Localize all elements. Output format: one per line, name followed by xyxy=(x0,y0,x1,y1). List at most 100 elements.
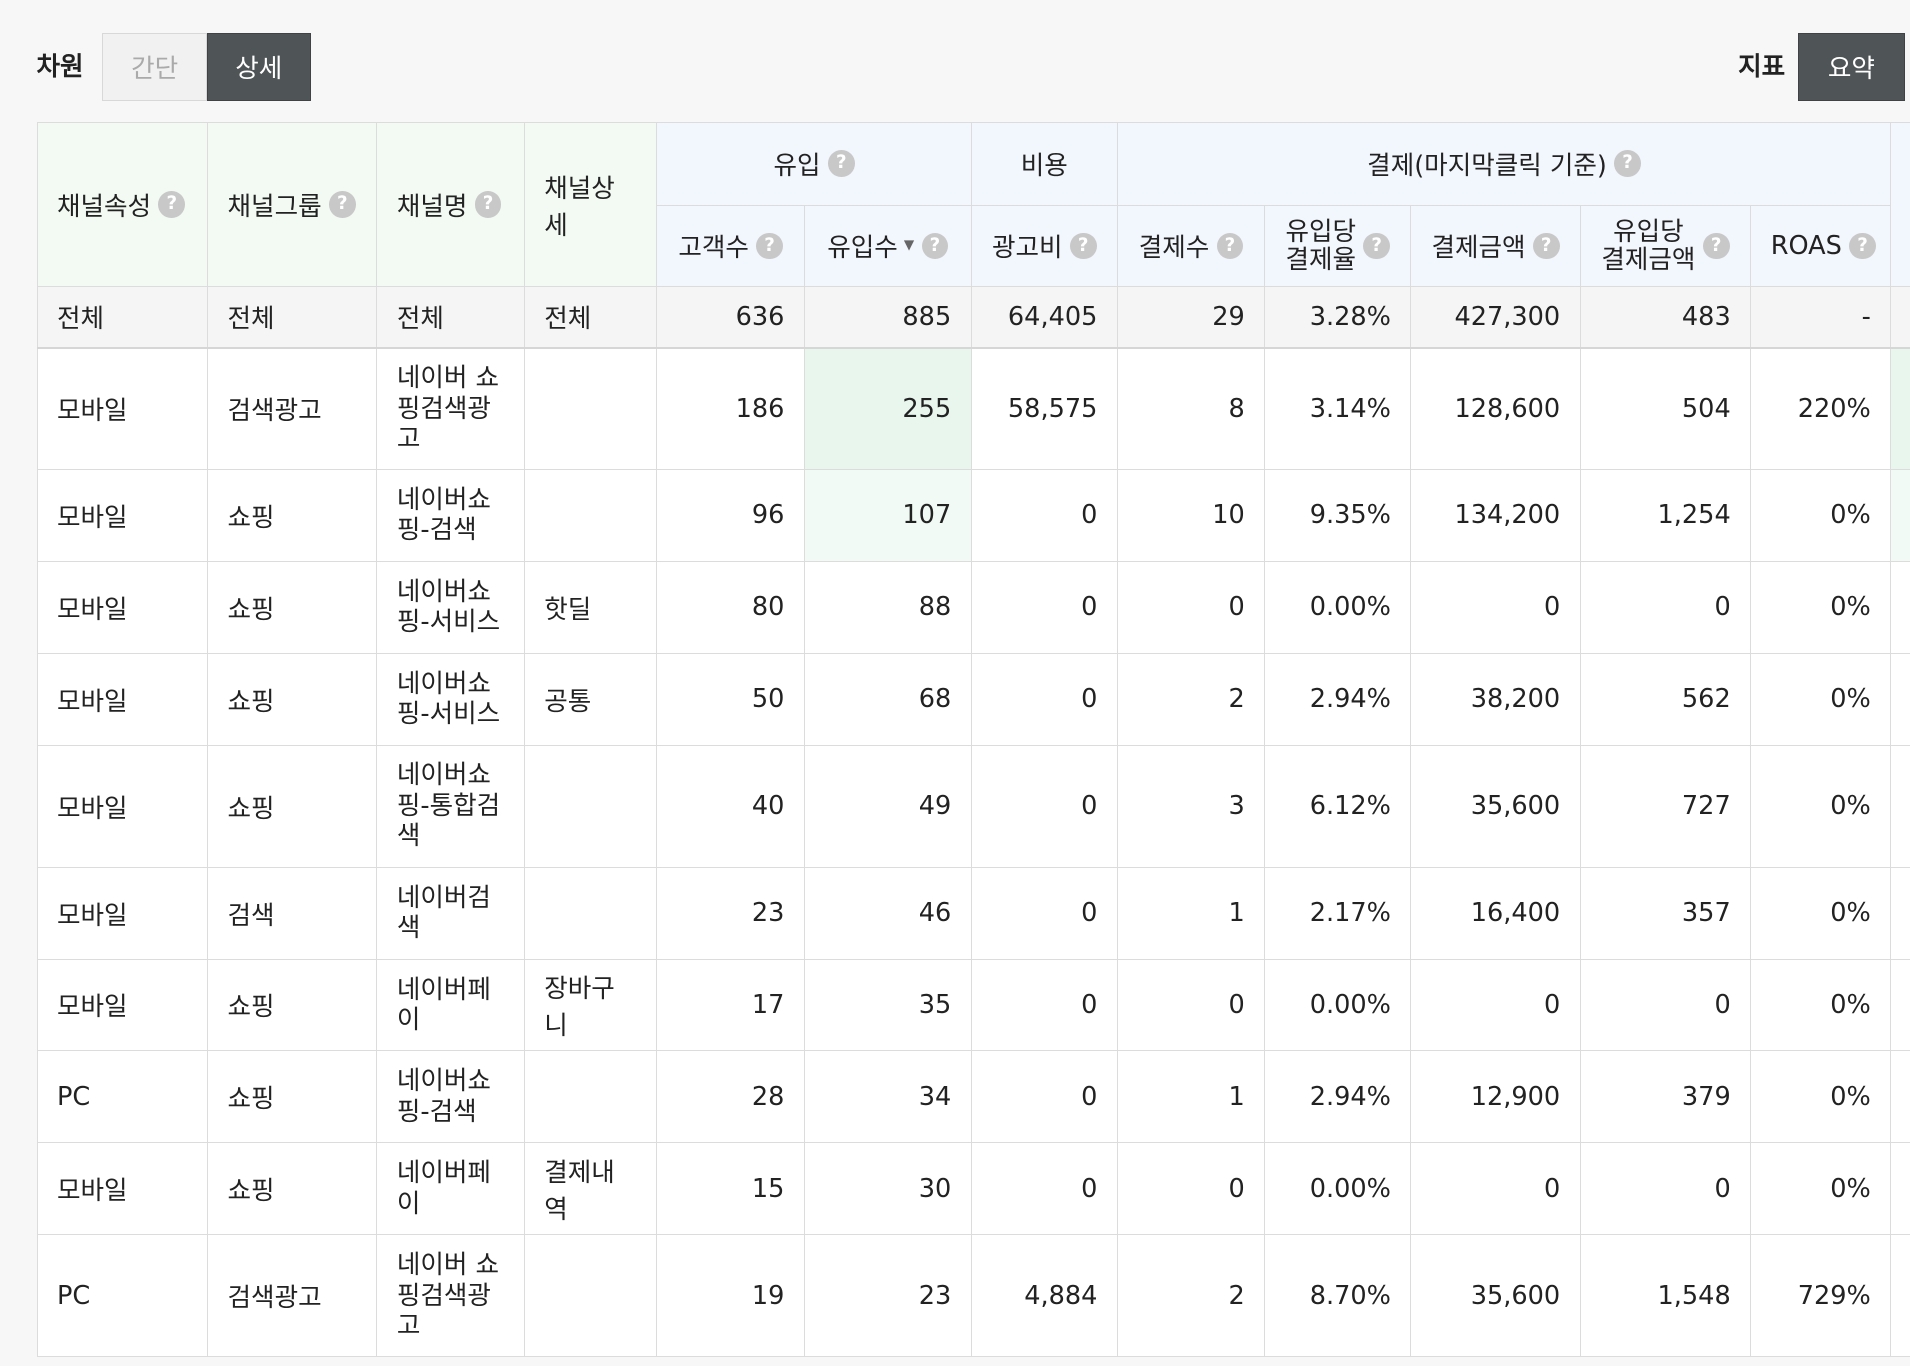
help-icon[interactable]: ? xyxy=(827,150,855,178)
cell-pay-amount: 35,600 xyxy=(1410,744,1581,868)
help-icon[interactable]: ? xyxy=(756,232,783,260)
cell-channel-group: 검색광고 xyxy=(207,1234,378,1358)
cell-amount-per: 357 xyxy=(1579,866,1752,960)
total-extra xyxy=(1890,286,1910,349)
total-group: 전체 xyxy=(207,286,378,349)
table-row[interactable]: 모바일 쇼핑 네이버페 이 장바구니 17 35 0 0 0.00% 0 0 0% xyxy=(36,958,1910,1052)
table-row[interactable]: 모바일 쇼핑 네이버쇼 핑-검색 96 107 0 10 9.35% 134,200 1,254 0% xyxy=(36,468,1910,562)
header-label: 결제수 xyxy=(1138,233,1210,264)
header-conversion-rate[interactable]: 유입당 결제율? xyxy=(1264,204,1412,288)
header-amount-per-inflow[interactable]: 유입당 결제금액? xyxy=(1579,204,1752,288)
table-row[interactable]: 모바일 쇼핑 네이버페 이 결제내역 15 30 0 0 0.00% 0 0 0% xyxy=(36,1142,1910,1236)
help-icon[interactable]: ? xyxy=(1363,232,1391,260)
cell-conv-rate: 9.35% xyxy=(1264,468,1412,562)
cell-extra xyxy=(1890,560,1910,654)
simple-view-button[interactable]: 간단 xyxy=(102,32,208,102)
cell-extra xyxy=(1890,866,1910,960)
header-customers[interactable]: 고객수? xyxy=(656,204,805,288)
help-icon[interactable]: ? xyxy=(1614,150,1641,178)
cell-amount-per: 0 xyxy=(1579,958,1752,1052)
cell-inflows: 23 xyxy=(803,1234,972,1358)
cell-roas: 0% xyxy=(1750,468,1892,562)
cell-pay-amount: 0 xyxy=(1410,560,1581,654)
cell-channel-detail xyxy=(523,866,658,960)
cell-channel-name: 네이버페 이 xyxy=(376,1142,525,1236)
cell-extra xyxy=(1890,652,1910,746)
header-label: 결제금액 xyxy=(1431,233,1526,264)
cell-roas: 0% xyxy=(1750,560,1892,654)
cell-amount-per: 0 xyxy=(1579,1142,1752,1236)
header-label: 유입당 결제율 xyxy=(1285,218,1356,274)
cell-channel-attr: 모바일 xyxy=(36,958,209,1052)
table-row[interactable]: PC 쇼핑 네이버쇼 핑-검색 28 34 0 1 2.94% 12,900 379 0% xyxy=(36,1050,1910,1144)
cell-payments: 1 xyxy=(1116,866,1266,960)
cell-conv-rate: 2.94% xyxy=(1264,1050,1412,1144)
header-channel-attr[interactable]: 채널속성? xyxy=(36,121,209,288)
header-channel-group[interactable]: 채널그룹? xyxy=(207,121,378,288)
cell-channel-name: 네이버쇼 핑-서비스 xyxy=(376,560,525,654)
total-attr: 전체 xyxy=(36,286,209,349)
header-label: 유입당 결제금액 xyxy=(1601,218,1695,274)
total-customers: 636 xyxy=(656,286,805,349)
cell-payments: 8 xyxy=(1116,347,1266,470)
total-conv-rate: 3.28% xyxy=(1264,286,1412,349)
table-row[interactable]: PC 검색광고 네이버 쇼 핑검색광 고 19 23 4,884 2 8.70% 35,600 1,5… xyxy=(36,1234,1910,1358)
summary-metric-button[interactable]: 요약 xyxy=(1797,32,1905,102)
cell-inflows: 49 xyxy=(803,744,972,868)
cell-roas: 0% xyxy=(1750,1142,1892,1236)
cell-ad-cost: 0 xyxy=(970,560,1118,654)
help-icon[interactable]: ? xyxy=(328,191,356,218)
cell-roas: 0% xyxy=(1750,744,1892,868)
help-icon[interactable]: ? xyxy=(474,191,502,218)
table-row[interactable]: 모바일 검색 네이버검 색 23 46 0 1 2.17% 16,400 357 0% xyxy=(36,866,1910,960)
header-channel-name[interactable]: 채널명? xyxy=(376,121,525,288)
cell-extra xyxy=(1890,1050,1910,1144)
total-roas: - xyxy=(1750,286,1892,349)
help-icon[interactable]: ? xyxy=(1702,232,1730,260)
cell-channel-attr: 모바일 xyxy=(36,560,209,654)
cell-roas: 220% xyxy=(1750,347,1892,470)
cell-conv-rate: 6.12% xyxy=(1264,744,1412,868)
cell-channel-attr: 모바일 xyxy=(36,1142,209,1236)
channel-report-table: 채널속성? 채널그룹? 채널명? 채널상세 유입? 비용 결제(마지막클릭 기준… xyxy=(36,121,1910,1358)
sort-desc-icon[interactable]: ▼ xyxy=(904,238,914,253)
help-icon[interactable]: ? xyxy=(1849,232,1876,260)
help-icon[interactable]: ? xyxy=(1532,232,1560,260)
header-ad-cost[interactable]: 광고비? xyxy=(970,204,1118,288)
header-label-line1: 유입당 xyxy=(1613,216,1684,247)
cell-roas: 729% xyxy=(1750,1234,1892,1358)
analytics-page: 차원 간단 상세 지표 요약 채널속성? 채널그룹 ? 채널명 ? 채널상세 유… xyxy=(0,0,1910,1365)
header-payment-amount[interactable]: 결제금액? xyxy=(1410,204,1581,288)
header-payments[interactable]: 결제수? xyxy=(1116,204,1266,288)
table-header: 채널속성? 채널그룹? 채널명? 채널상세 유입? 비용 결제(마지막클릭 기준… xyxy=(36,121,1910,288)
detail-view-button[interactable]: 상세 xyxy=(207,32,311,102)
help-icon[interactable]: ? xyxy=(1069,232,1097,260)
table-row[interactable]: 모바일 쇼핑 네이버쇼 핑-통합검 색 40 49 0 3 6.12% 35,600 727 0% xyxy=(36,744,1910,868)
header-inflows[interactable]: 유입수 ▼? xyxy=(803,204,972,288)
total-inflows: 885 xyxy=(803,286,972,349)
cell-pay-amount: 0 xyxy=(1410,958,1581,1052)
group-label: 비용 xyxy=(1020,151,1068,182)
toolbar: 차원 간단 상세 지표 요약 xyxy=(0,0,1910,122)
header-roas[interactable]: ROAS? xyxy=(1750,204,1892,288)
help-icon[interactable]: ? xyxy=(921,232,949,260)
cell-channel-attr: PC xyxy=(36,1050,209,1144)
cell-extra xyxy=(1890,744,1910,868)
help-icon[interactable]: ? xyxy=(158,191,186,218)
cell-customers: 80 xyxy=(656,560,805,654)
cell-channel-group: 쇼핑 xyxy=(207,958,378,1052)
cell-amount-per: 727 xyxy=(1579,744,1752,868)
group-header-cost: 비용 xyxy=(970,121,1118,206)
cell-extra xyxy=(1890,1234,1910,1358)
table-row[interactable]: 모바일 검색광고 네이버 쇼 핑검색광 고 186 255 58,575 8 3.14% 128,6… xyxy=(36,347,1910,470)
header-label: 채널상세 xyxy=(544,173,615,241)
table-row[interactable]: 모바일 쇼핑 네이버쇼 핑-서비스 핫딜 80 88 0 0 0.00% 0 0 0% xyxy=(36,560,1910,654)
header-channel-detail[interactable]: 채널상세 xyxy=(523,121,658,288)
cell-customers: 40 xyxy=(656,744,805,868)
cell-customers: 50 xyxy=(656,652,805,746)
table-row[interactable]: 모바일 쇼핑 네이버쇼 핑-서비스 공통 50 68 0 2 2.94% 38,200 562 0% xyxy=(36,652,1910,746)
cell-channel-group: 쇼핑 xyxy=(207,468,378,562)
header-label: 고객수 xyxy=(678,233,749,264)
cell-channel-detail: 공통 xyxy=(523,652,658,746)
help-icon[interactable]: ? xyxy=(1216,232,1244,260)
